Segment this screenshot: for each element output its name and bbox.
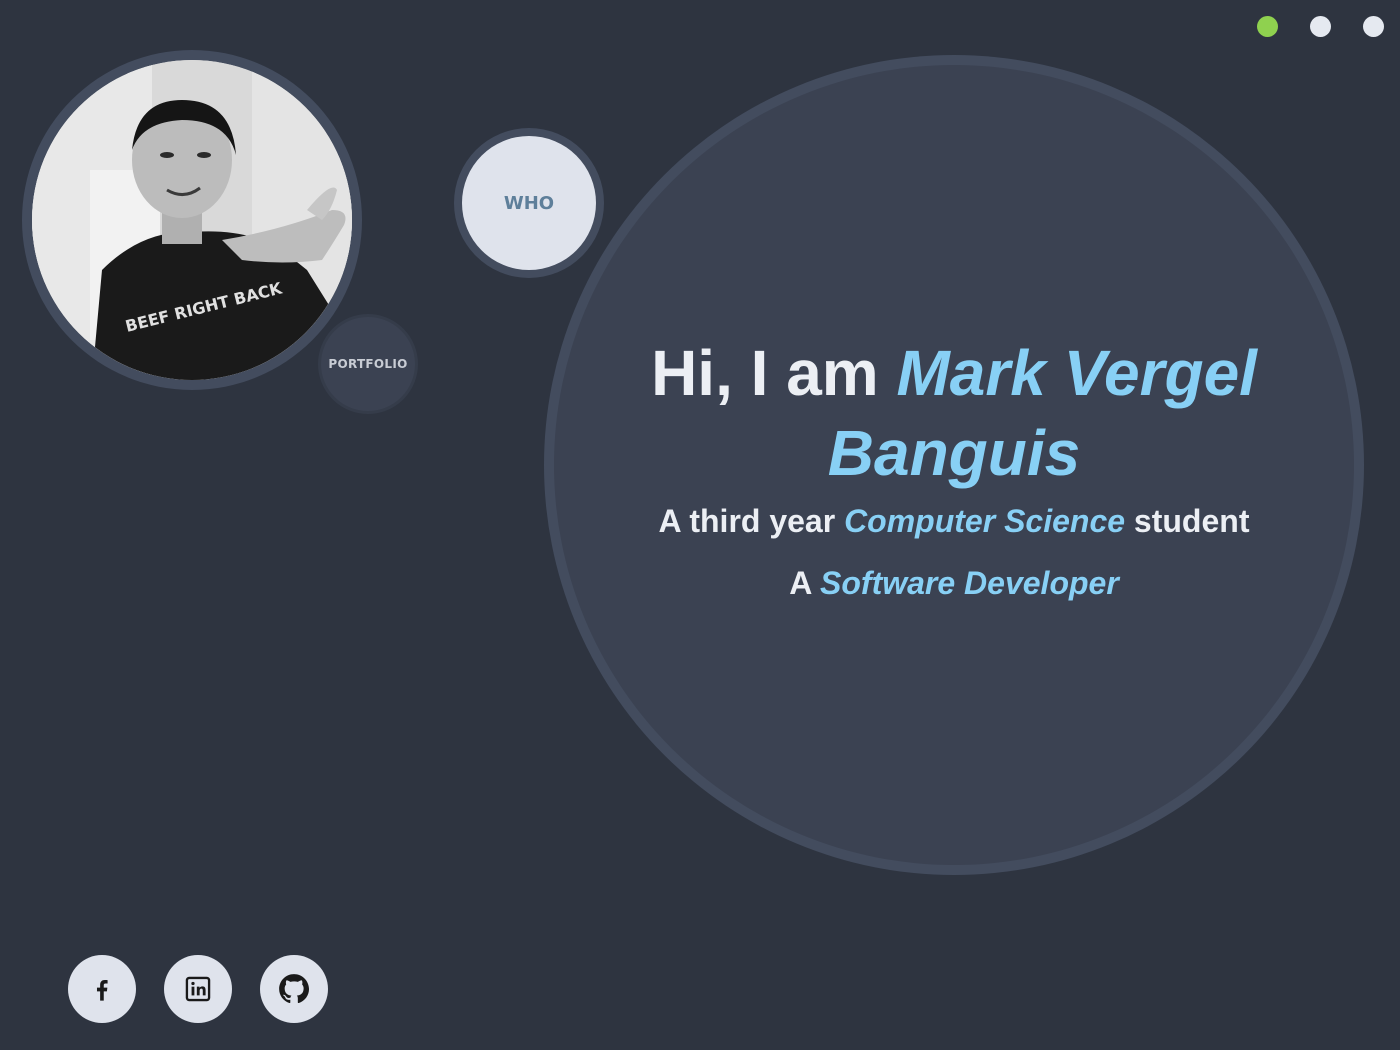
profile-photo-ring: BEEF RIGHT BACK	[22, 50, 362, 390]
linkedin-icon	[185, 976, 211, 1002]
portfolio-bubble[interactable]: PORTFOLIO	[318, 314, 418, 414]
page-dot-1[interactable]	[1257, 16, 1278, 37]
page-dot-2[interactable]	[1310, 16, 1331, 37]
github-icon	[279, 974, 310, 1004]
intro-line-1: A third year Computer Science student	[554, 501, 1354, 541]
line2-prefix: A	[789, 565, 821, 601]
intro-bubble: Hi, I am Mark Vergel Banguis A third yea…	[554, 65, 1354, 865]
page-dot-3[interactable]	[1363, 16, 1384, 37]
facebook-button[interactable]	[68, 955, 136, 1023]
portfolio-label: PORTFOLIO	[328, 357, 408, 371]
greeting: Hi, I am	[651, 337, 897, 409]
facebook-icon	[96, 980, 108, 1001]
who-label: WHO	[503, 192, 555, 214]
line1-prefix: A third year	[658, 503, 845, 539]
who-bubble[interactable]: WHO	[454, 128, 604, 278]
social-links	[68, 955, 328, 1023]
linkedin-button[interactable]	[164, 955, 232, 1023]
intro-bubble-ring: Hi, I am Mark Vergel Banguis A third yea…	[544, 55, 1364, 875]
field-of-study: Computer Science	[844, 503, 1126, 539]
role: Software Developer	[820, 565, 1119, 601]
github-button[interactable]	[260, 955, 328, 1023]
intro-headline: Hi, I am Mark Vergel Banguis	[614, 333, 1294, 493]
page-indicator	[1257, 16, 1384, 37]
page: BEEF RIGHT BACK PORTFOLIO WHO Hi, I am M…	[0, 0, 1400, 1050]
intro-line-2: A Software Developer	[554, 563, 1354, 603]
intro-text: Hi, I am Mark Vergel Banguis A third yea…	[554, 333, 1354, 603]
line1-suffix: student	[1125, 503, 1250, 539]
profile-photo: BEEF RIGHT BACK	[32, 60, 352, 380]
who-bubble-inner: WHO	[462, 136, 596, 270]
